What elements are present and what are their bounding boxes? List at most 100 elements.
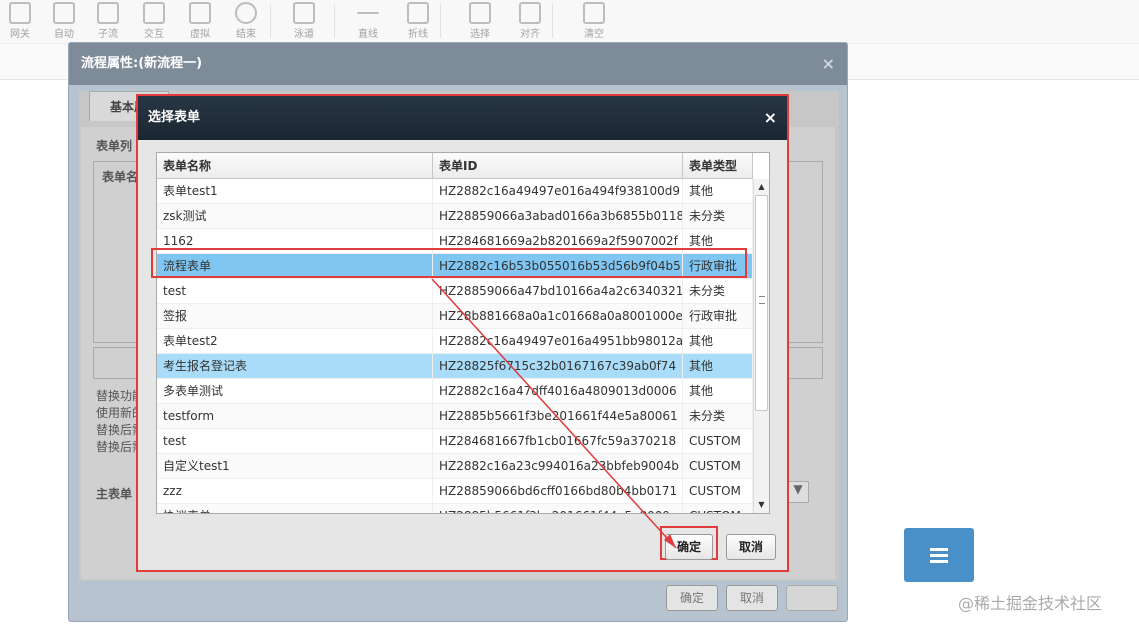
select-form-title: 选择表单 ×: [138, 96, 787, 140]
line-icon: [357, 12, 379, 14]
toolbar-item[interactable]: 网关: [0, 0, 40, 44]
toolbar-item[interactable]: 选择: [460, 0, 500, 44]
back-ok-button[interactable]: 确定: [666, 585, 718, 611]
table-cell-name: 签报: [157, 304, 433, 329]
toolbar-separator: [334, 4, 335, 38]
table-cell-name: zsk测试: [157, 204, 433, 229]
table-row[interactable]: test HZ284681667fb1cb01667fc59a370218 CUST…: [157, 429, 753, 454]
toolbar-item[interactable]: 子流: [88, 0, 128, 44]
toolbar-item-label: 虚拟: [190, 29, 210, 40]
table-cell-name: testform: [157, 404, 433, 429]
table-cell-id: HZ2885b5661f3be201661f44e5a80061: [433, 404, 683, 429]
column-header-id[interactable]: 表单ID: [433, 153, 683, 179]
table-cell-type: 其他: [683, 179, 753, 204]
table-cell-type: CUSTOM: [683, 429, 753, 454]
select-form-close-icon[interactable]: ×: [764, 96, 777, 140]
editor-toolbar: 网关 自动 子流 交互 虚拟 结束 泳道 直线 折线 选择 对齐 清空: [0, 0, 1139, 44]
main-form-select-arrow[interactable]: ▼: [787, 481, 809, 503]
align-icon: [519, 2, 541, 24]
table-cell-id: HZ28859066a47bd10166a4a2c6340321: [433, 279, 683, 304]
menu-bar-icon: [930, 560, 948, 563]
toolbar-item[interactable]: 自动: [44, 0, 84, 44]
table-cell-type: 未分类: [683, 404, 753, 429]
table-cell-type: 未分类: [683, 204, 753, 229]
end-circle-icon: [235, 2, 257, 24]
table-cell-type: 其他: [683, 354, 753, 379]
table-row[interactable]: zsk测试 HZ28859066a3abad0166a3b6855b0118 未分类: [157, 204, 753, 229]
toolbar-item-label: 网关: [10, 29, 30, 40]
table-cell-id: HZ2882c16a49497e016a4951bb98012a: [433, 329, 683, 354]
toolbar-separator: [270, 4, 271, 38]
form-list-grid-header: 表单名: [102, 170, 139, 184]
table-cell-name: 自定义test1: [157, 454, 433, 479]
scroll-down-icon[interactable]: ▼: [754, 497, 769, 513]
table-row[interactable]: zzz HZ28859066bd6cff0166bd80b4bb0171 CUSTO…: [157, 479, 753, 504]
table-row[interactable]: test HZ28859066a47bd10166a4a2c6340321 未分类: [157, 279, 753, 304]
table-cell-id: HZ28b881668a0a1c01668a0a8001000e: [433, 304, 683, 329]
pointer-icon: [469, 2, 491, 24]
toolbar-item[interactable]: 结束: [226, 0, 266, 44]
form-list-label: 表单列: [96, 139, 133, 153]
toolbar-item[interactable]: 直线: [348, 0, 388, 44]
table-cell-id: HZ2882c16a49497e016a494f938100d9: [433, 179, 683, 204]
table-cell-type: 其他: [683, 329, 753, 354]
table-row[interactable]: 表单test2 HZ2882c16a49497e016a4951bb98012a 其…: [157, 329, 753, 354]
menu-fab-button[interactable]: [904, 528, 974, 582]
table-cell-id: HZ284681667fb1cb01667fc59a370218: [433, 429, 683, 454]
column-header-name[interactable]: 表单名称: [157, 153, 433, 179]
polyline-icon: [407, 2, 429, 24]
toolbar-item[interactable]: 清空: [574, 0, 614, 44]
table-cell-id: HZ28825f6715c32b0167167c39ab0f74: [433, 354, 683, 379]
table-row[interactable]: 多表单测试 HZ2882c16a47dff4016a4809013d0006 其他: [157, 379, 753, 404]
toolbar-item-label: 自动: [54, 29, 74, 40]
table-cell-name: test: [157, 429, 433, 454]
table-cell-type: 行政审批: [683, 304, 753, 329]
back-extra-button[interactable]: [786, 585, 838, 611]
table-cell-name: 表单test2: [157, 329, 433, 354]
toolbar-item-label: 清空: [584, 29, 604, 40]
toolbar-item-label: 泳道: [294, 29, 314, 40]
toolbar-item-label: 交互: [144, 29, 164, 40]
column-header-type[interactable]: 表单类型: [683, 153, 753, 179]
table-cell-type: CUSTOM: [683, 504, 753, 513]
gear-task-icon: [53, 2, 75, 24]
selected-row-highlight-box: [151, 248, 747, 278]
scroll-thumb[interactable]: [755, 195, 768, 411]
table-row[interactable]: 表单test1 HZ2882c16a49497e016a494f938100d9 其…: [157, 179, 753, 204]
table-row[interactable]: 协议表单HZ2885b5661f3be201661f44e5a8009eCUST…: [157, 504, 753, 513]
toolbar-item[interactable]: 对齐: [510, 0, 550, 44]
form-grid: 表单名称 表单ID 表单类型 表单test1 HZ2882c16a49497e01…: [156, 152, 770, 514]
swimlane-icon: [293, 2, 315, 24]
toolbar-item[interactable]: 虚拟: [180, 0, 220, 44]
cloud-icon: [189, 2, 211, 24]
table-cell-id: HZ2885b5661f3be201661f44e5a8009e: [433, 504, 683, 513]
toolbar-item-label: 结束: [236, 29, 256, 40]
toolbar-item[interactable]: 交互: [134, 0, 174, 44]
cancel-button[interactable]: 取消: [726, 534, 776, 560]
table-row[interactable]: 考生报名登记表 HZ28825f6715c32b0167167c39ab0f74 其…: [157, 354, 753, 379]
watermark: @稀土掘金技术社区: [958, 594, 1103, 613]
table-cell-id: HZ28859066bd6cff0166bd80b4bb0171: [433, 479, 683, 504]
table-row[interactable]: 自定义test1 HZ2882c16a23c994016a23bbfeb9004b…: [157, 454, 753, 479]
table-cell-name: test: [157, 279, 433, 304]
eraser-icon: [583, 2, 605, 24]
scroll-up-icon[interactable]: ▲: [754, 179, 769, 195]
table-cell-id: HZ28859066a3abad0166a3b6855b0118: [433, 204, 683, 229]
ok-button[interactable]: 确定: [665, 534, 713, 560]
form-grid-body: 表单test1 HZ2882c16a49497e016a494f938100d9 其…: [157, 179, 753, 513]
toolbar-item[interactable]: 泳道: [284, 0, 324, 44]
main-form-label: 主表单: [96, 487, 133, 501]
form-grid-header: 表单名称 表单ID 表单类型: [157, 153, 753, 179]
menu-bar-icon: [930, 548, 948, 551]
table-cell-name: 表单test1: [157, 179, 433, 204]
table-cell-type: 未分类: [683, 279, 753, 304]
table-row[interactable]: 签报 HZ28b881668a0a1c01668a0a8001000e 行政审批: [157, 304, 753, 329]
table-row[interactable]: testform HZ2885b5661f3be201661f44e5a80061…: [157, 404, 753, 429]
toolbar-item-label: 选择: [470, 29, 490, 40]
process-properties-close-icon[interactable]: ×: [822, 43, 835, 85]
table-cell-type: 其他: [683, 379, 753, 404]
toolbar-item[interactable]: 折线: [398, 0, 438, 44]
back-cancel-button[interactable]: 取消: [726, 585, 778, 611]
select-form-title-text: 选择表单: [148, 110, 201, 125]
grid-scrollbar[interactable]: ▲ ▼: [753, 179, 769, 513]
